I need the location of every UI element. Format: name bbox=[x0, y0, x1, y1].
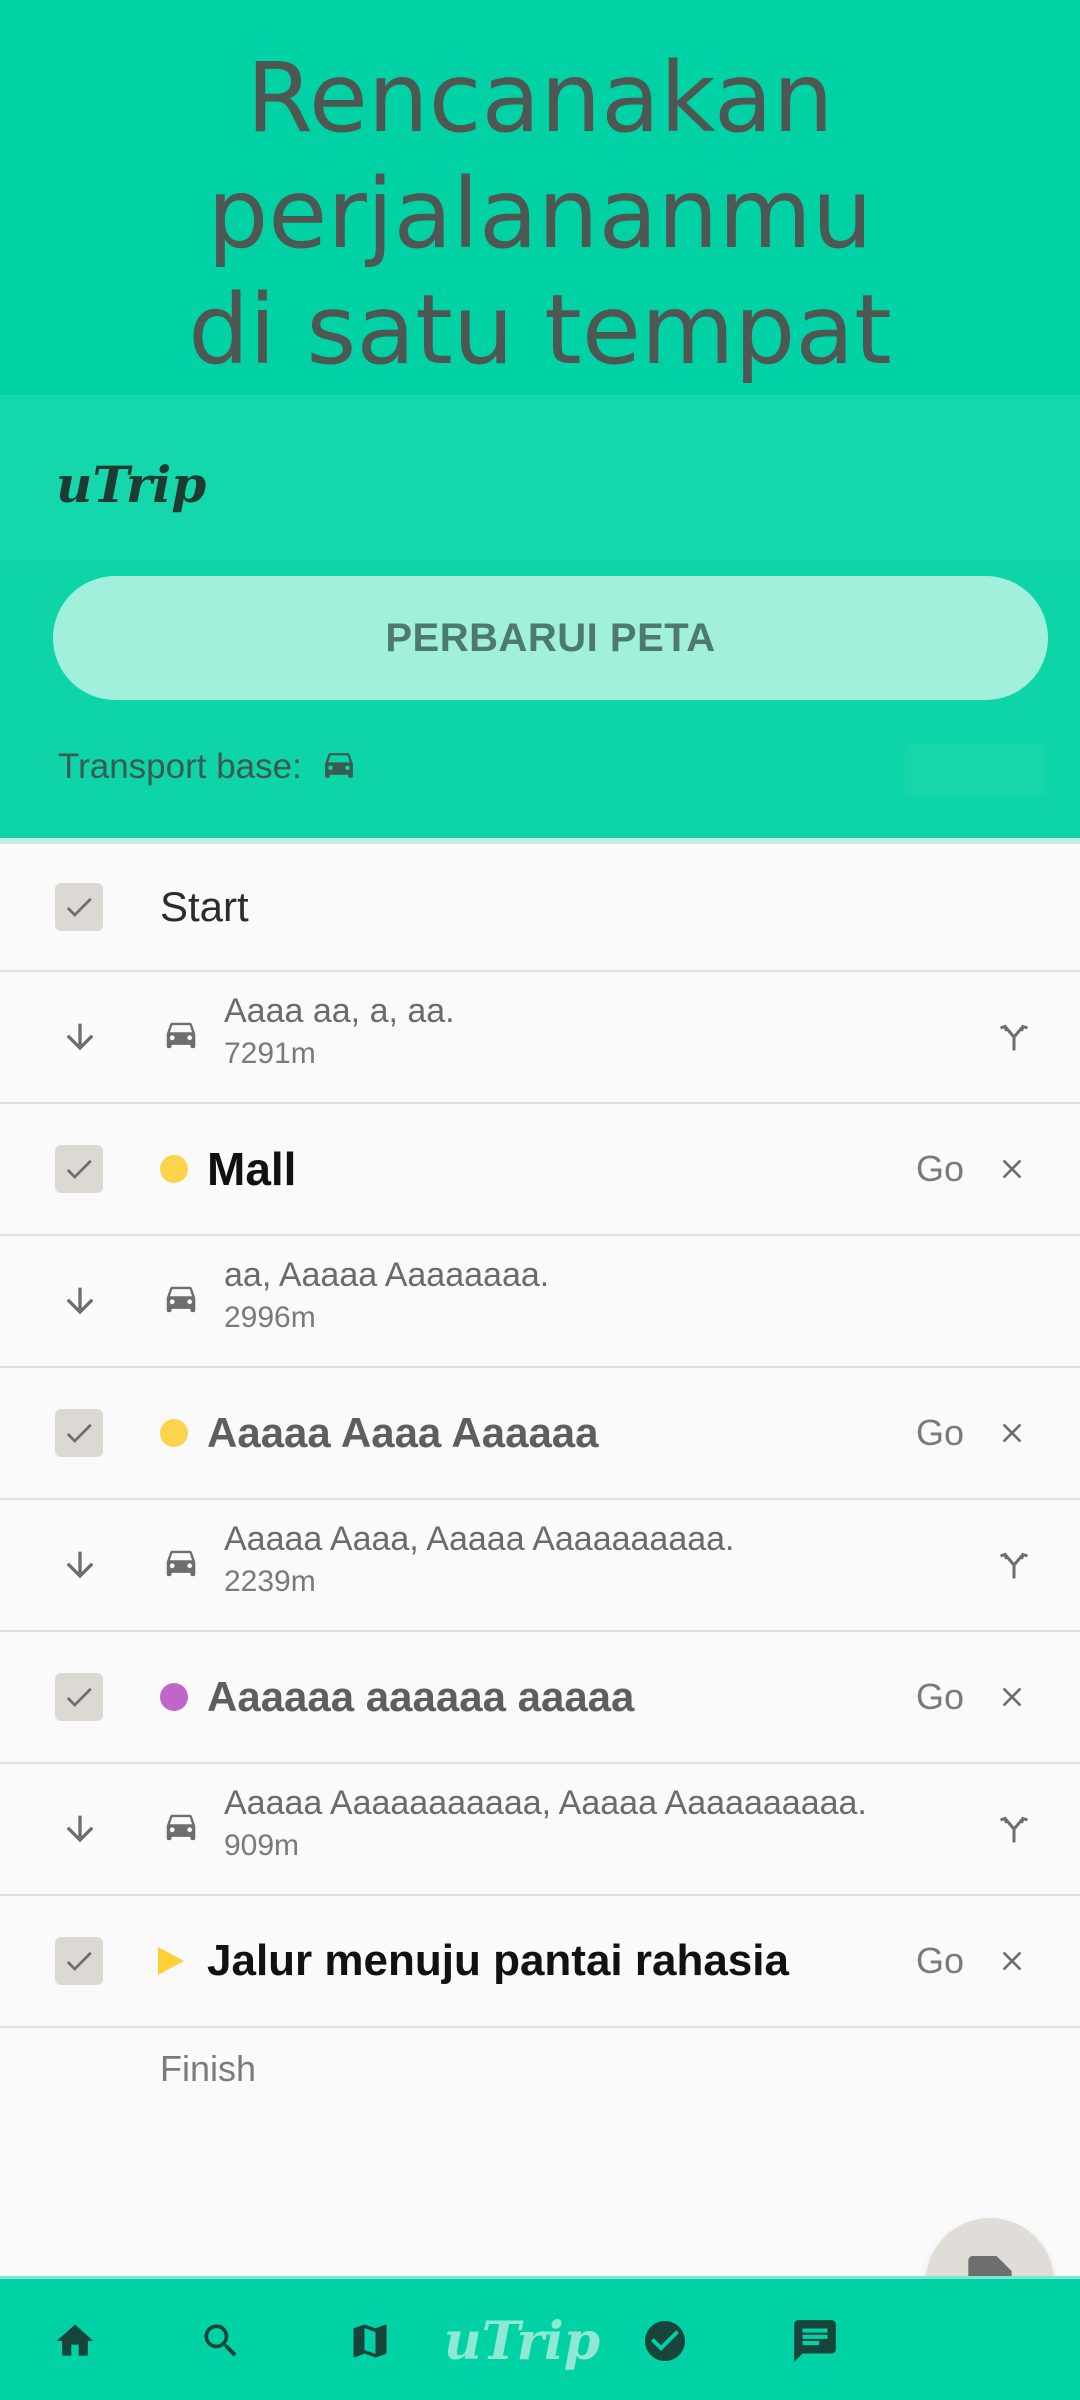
segment-distance: 2239m bbox=[224, 1565, 316, 1598]
car-icon bbox=[166, 1286, 196, 1313]
purple-dot-marker bbox=[160, 1683, 188, 1711]
route-segment: Aaaa aa, a, aa. 7291m bbox=[0, 972, 1080, 1104]
go-button[interactable]: Go bbox=[916, 1148, 964, 1190]
nav-map[interactable] bbox=[329, 2279, 411, 2400]
segment-info: Aaaaa Aaaaaaaaaaa, Aaaaa Aaaaaaaaaa. 909… bbox=[224, 1784, 867, 1863]
car-icon bbox=[166, 1550, 196, 1577]
segment-address: Aaaa aa, a, aa. bbox=[224, 992, 455, 1030]
map-icon bbox=[353, 2324, 387, 2358]
nav-search[interactable] bbox=[180, 2279, 262, 2400]
nav-done[interactable] bbox=[624, 2279, 706, 2400]
hero-title: Rencanakan perjalananmu di satu tempat bbox=[0, 40, 1080, 388]
arrow-down-icon[interactable] bbox=[60, 1809, 100, 1849]
transport-base[interactable]: Transport base: bbox=[58, 747, 358, 787]
trip-panel: uTrip PERBARUI PETA Transport base: bbox=[0, 395, 1080, 838]
close-icon[interactable] bbox=[996, 1153, 1028, 1185]
segment-info: Aaaaa Aaaa, Aaaaa Aaaaaaaaaa. 2239m bbox=[224, 1520, 735, 1599]
nav-utrip[interactable]: uTrip bbox=[444, 2279, 600, 2400]
check-icon bbox=[66, 1687, 92, 1707]
check-circle-icon bbox=[645, 2321, 685, 2361]
transport-base-selector[interactable] bbox=[905, 743, 1045, 795]
fork-route-icon[interactable] bbox=[996, 1017, 1032, 1057]
update-map-button[interactable]: PERBARUI PETA bbox=[53, 576, 1048, 700]
chat-icon bbox=[794, 2320, 836, 2362]
segment-info: aa, Aaaaa Aaaaaaaa. 2996m bbox=[224, 1256, 549, 1335]
stop-name: Aaaaaa aaaaaa aaaaa bbox=[207, 1673, 635, 1720]
triangle-marker bbox=[158, 1947, 184, 1975]
nav-home[interactable] bbox=[34, 2279, 116, 2400]
check-icon bbox=[66, 1159, 92, 1179]
utrip-logo: uTrip bbox=[443, 2310, 601, 2372]
route-segment: Aaaaa Aaaaaaaaaaa, Aaaaa Aaaaaaaaaa. 909… bbox=[0, 1764, 1080, 1896]
stop-name: Jalur menuju pantai rahasia bbox=[207, 1936, 789, 1985]
segment-info: Aaaa aa, a, aa. 7291m bbox=[224, 992, 455, 1071]
stop-name: Mall bbox=[207, 1143, 297, 1195]
arrow-down-icon[interactable] bbox=[60, 1545, 100, 1585]
app-logo: uTrip bbox=[56, 455, 207, 514]
fork-route-icon[interactable] bbox=[996, 1809, 1032, 1849]
segment-distance: 7291m bbox=[224, 1037, 316, 1070]
stop-checkbox[interactable] bbox=[55, 1673, 103, 1721]
nav-chat[interactable] bbox=[774, 2279, 856, 2400]
stop-checkbox[interactable] bbox=[55, 1145, 103, 1193]
hero-title-line-1: Rencanakan bbox=[246, 42, 834, 154]
car-icon bbox=[166, 1022, 196, 1049]
car-icon bbox=[166, 1814, 196, 1841]
start-checkbox[interactable] bbox=[55, 883, 103, 931]
segment-distance: 2996m bbox=[224, 1301, 316, 1334]
stop-checkbox[interactable] bbox=[55, 1937, 103, 1985]
go-button[interactable]: Go bbox=[916, 1940, 964, 1982]
segment-address: Aaaaa Aaaa, Aaaaa Aaaaaaaaaa. bbox=[224, 1520, 735, 1558]
finish-label: Finish bbox=[160, 2048, 257, 2089]
segment-address: aa, Aaaaa Aaaaaaaa. bbox=[224, 1256, 550, 1294]
search-icon bbox=[204, 2324, 237, 2357]
route-segment: aa, Aaaaa Aaaaaaaa. 2996m bbox=[0, 1236, 1080, 1368]
hero-banner: Rencanakan perjalananmu di satu tempat bbox=[0, 0, 1080, 395]
stop-row[interactable]: Aaaaaa aaaaaa aaaaa Go bbox=[0, 1632, 1080, 1764]
go-button[interactable]: Go bbox=[916, 1676, 964, 1718]
close-icon[interactable] bbox=[996, 1681, 1028, 1713]
itinerary-list: Start Aaaa aa, a, aa. 7291m Mall Go aa, … bbox=[0, 844, 1080, 2160]
stop-checkbox[interactable] bbox=[55, 1409, 103, 1457]
fork-route-icon[interactable] bbox=[996, 1545, 1032, 1585]
stop-row[interactable]: Mall Go bbox=[0, 1104, 1080, 1236]
hero-title-line-3: di satu tempat bbox=[188, 274, 892, 386]
route-segment: Aaaaa Aaaa, Aaaaa Aaaaaaaaaa. 2239m bbox=[0, 1500, 1080, 1632]
stop-name: Aaaaa Aaaa Aaaaaa bbox=[207, 1409, 599, 1456]
finish-row: Finish bbox=[0, 2028, 1080, 2160]
stop-row[interactable]: Jalur menuju pantai rahasia Go bbox=[0, 1896, 1080, 2028]
transport-base-label: Transport base: bbox=[58, 747, 302, 786]
start-label: Start bbox=[160, 883, 249, 930]
check-icon bbox=[66, 1423, 92, 1443]
arrow-down-icon[interactable] bbox=[60, 1281, 100, 1321]
check-icon bbox=[66, 1951, 92, 1971]
close-icon[interactable] bbox=[996, 1945, 1028, 1977]
close-icon[interactable] bbox=[996, 1417, 1028, 1449]
car-icon bbox=[324, 753, 353, 778]
segment-distance: 909m bbox=[224, 1829, 300, 1862]
bottom-navigation: uTrip bbox=[0, 2276, 1080, 2400]
segment-address: Aaaaa Aaaaaaaaaaa, Aaaaa Aaaaaaaaaa. bbox=[224, 1784, 867, 1822]
start-row: Start bbox=[0, 844, 1080, 972]
home-icon bbox=[56, 2324, 94, 2356]
yellow-dot-marker bbox=[160, 1155, 188, 1183]
stop-row[interactable]: Aaaaa Aaaa Aaaaaa Go bbox=[0, 1368, 1080, 1500]
arrow-down-icon[interactable] bbox=[60, 1017, 100, 1057]
go-button[interactable]: Go bbox=[916, 1412, 964, 1454]
hero-title-line-2: perjalananmu bbox=[207, 158, 873, 270]
yellow-dot-marker bbox=[160, 1419, 188, 1447]
check-icon bbox=[66, 897, 92, 917]
